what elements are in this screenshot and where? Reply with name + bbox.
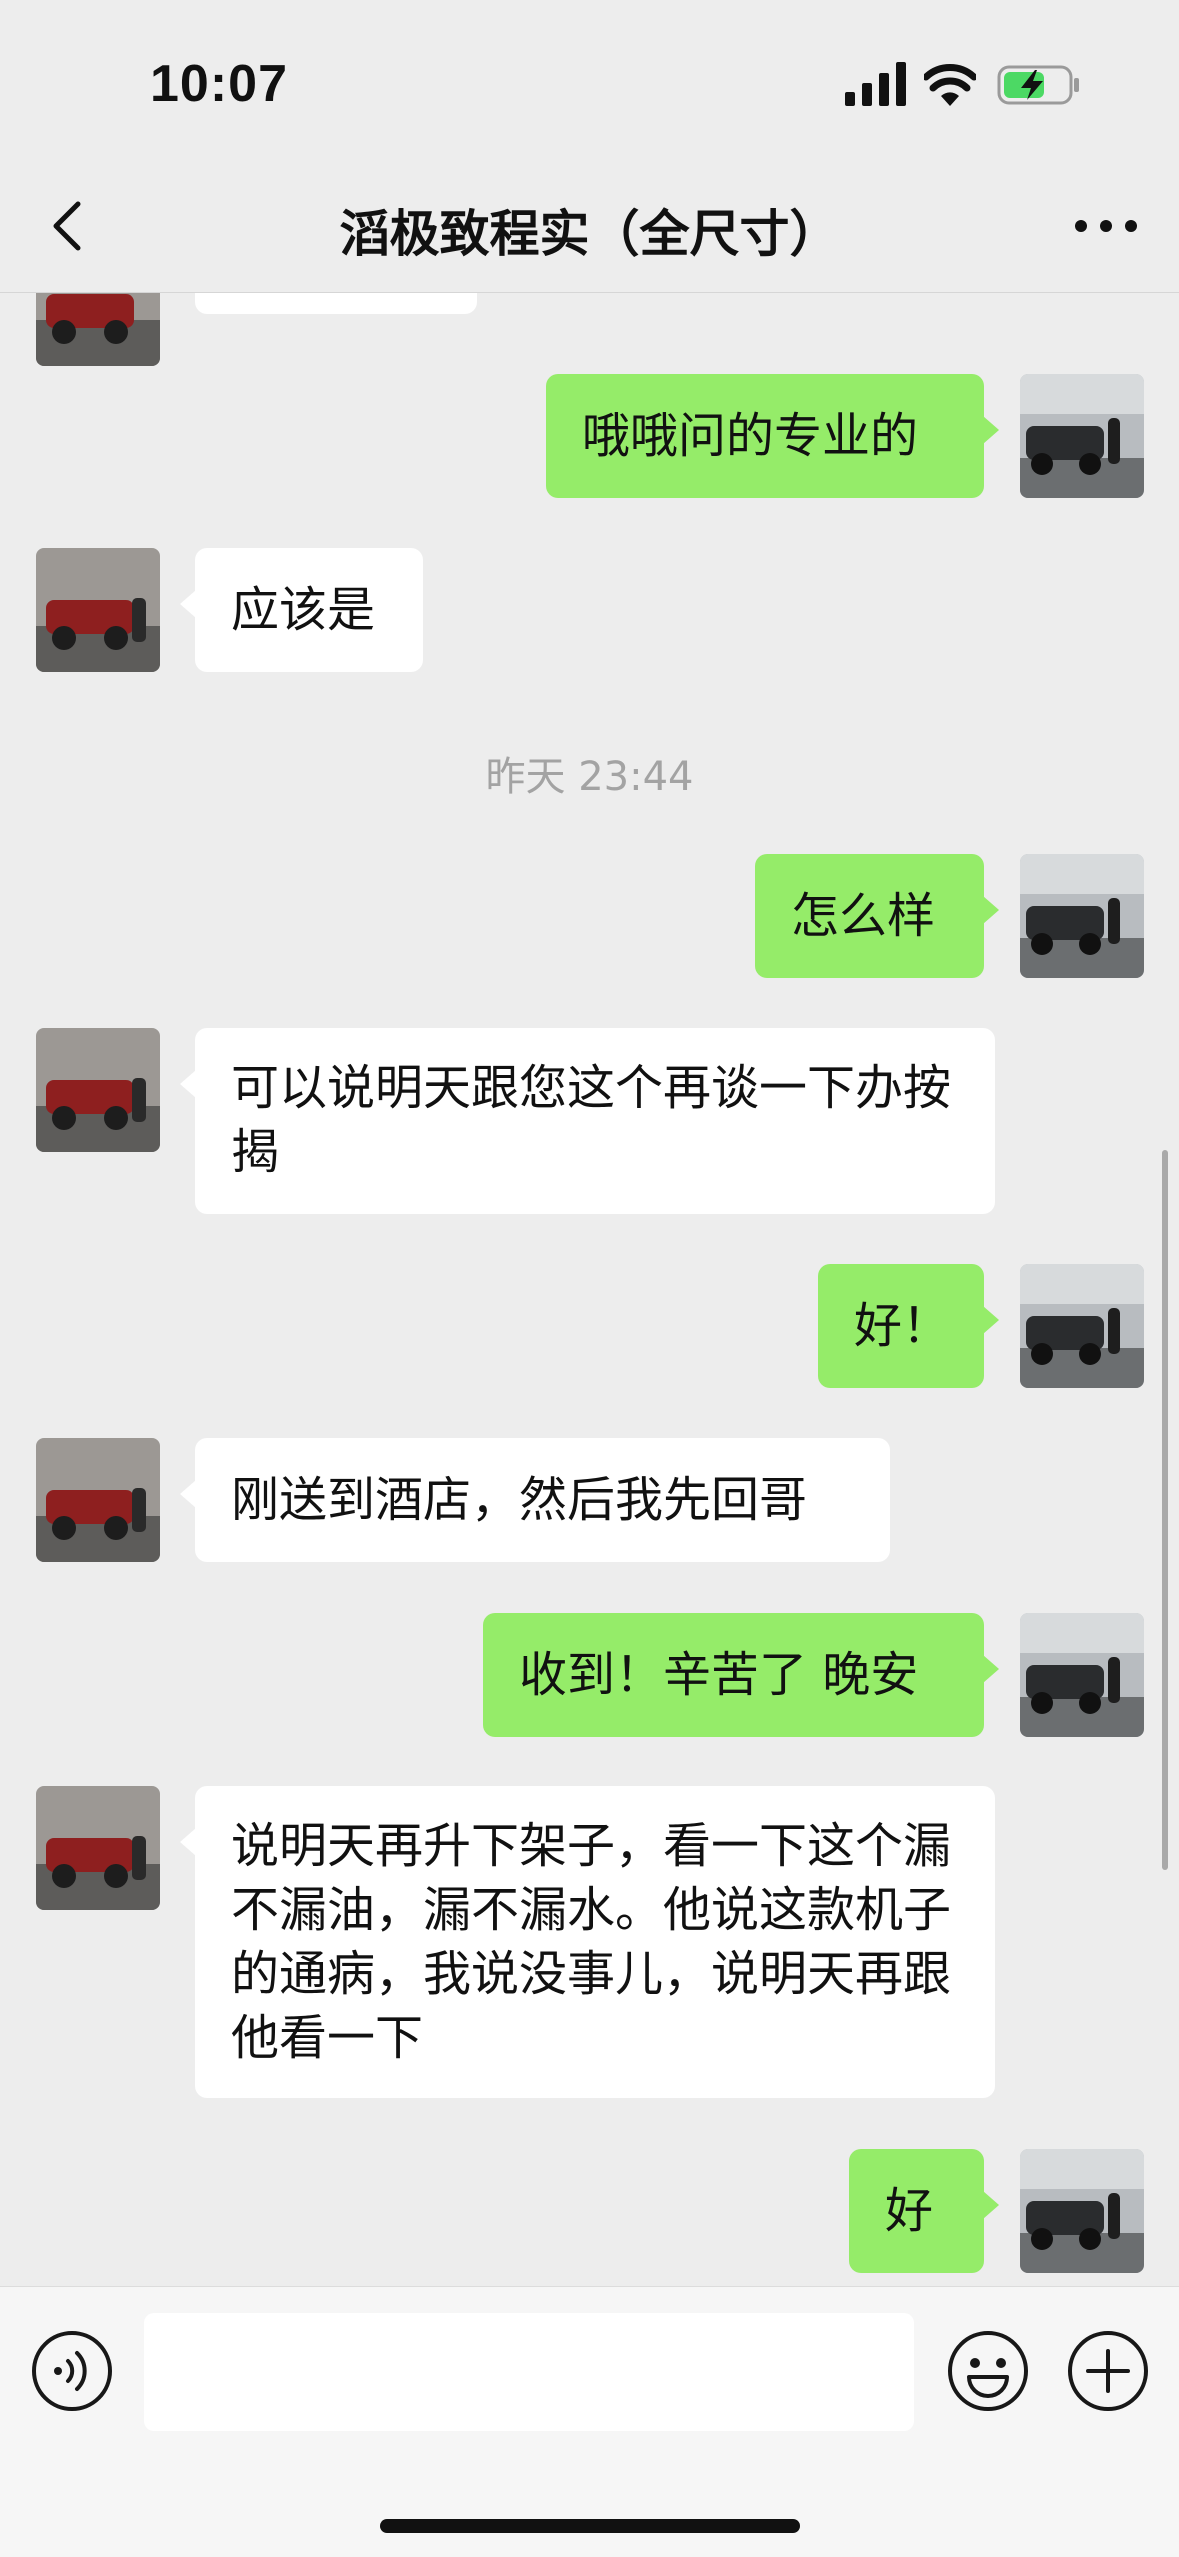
message-input[interactable] (144, 2313, 914, 2431)
message-bubble-outgoing[interactable]: 好！ (818, 1264, 999, 1388)
message-bubble-incoming[interactable]: 刚送到酒店，然后我先回哥 (180, 1438, 890, 1562)
input-bar (0, 2286, 1179, 2557)
contact-avatar[interactable] (36, 292, 160, 366)
message-bubble-incoming[interactable]: 应该是 (180, 548, 423, 672)
voice-icon[interactable] (30, 2329, 114, 2413)
battery-icon (997, 65, 1079, 105)
message-list[interactable]: 哦哦问的专业的 应该是 昨天 23:44 怎么样 可以说明天跟您这个再谈一下办按… (0, 292, 1179, 2286)
wifi-icon (924, 64, 976, 106)
message-bubble-outgoing[interactable]: 收到！辛苦了 晚安 (483, 1613, 999, 1737)
my-avatar[interactable] (1020, 2149, 1144, 2273)
message-bubble-incoming[interactable] (195, 292, 477, 314)
message-bubble-outgoing[interactable]: 好 (849, 2149, 999, 2273)
my-avatar[interactable] (1020, 374, 1144, 498)
status-bar: 10:07 (0, 0, 1179, 160)
chat-header: 滔极致程实（全尺寸） (0, 160, 1179, 293)
status-time: 10:07 (150, 55, 288, 113)
contact-avatar[interactable] (36, 1438, 160, 1562)
contact-avatar[interactable] (36, 1786, 160, 1910)
my-avatar[interactable] (1020, 854, 1144, 978)
contact-avatar[interactable] (36, 1028, 160, 1152)
more-icon[interactable] (1071, 200, 1141, 252)
message-bubble-outgoing[interactable]: 哦哦问的专业的 (546, 374, 999, 498)
message-bubble-incoming[interactable]: 可以说明天跟您这个再谈一下办按揭 (180, 1028, 995, 1214)
contact-avatar[interactable] (36, 548, 160, 672)
message-timestamp: 昨天 23:44 (485, 754, 694, 800)
my-avatar[interactable] (1020, 1613, 1144, 1737)
my-avatar[interactable] (1020, 1264, 1144, 1388)
chat-title: 滔极致程实（全尺寸） (339, 205, 840, 263)
emoji-icon[interactable] (946, 2329, 1030, 2413)
message-bubble-outgoing[interactable]: 怎么样 (755, 854, 999, 978)
signal-icon (845, 62, 906, 106)
plus-icon[interactable] (1066, 2329, 1150, 2413)
home-indicator[interactable] (380, 2519, 800, 2533)
scrollbar[interactable] (1162, 1150, 1168, 1870)
message-bubble-incoming[interactable]: 说明天再升下架子，看一下这个漏不漏油，漏不漏水。他说这款机子的通病，我说没事儿，… (180, 1786, 995, 2098)
